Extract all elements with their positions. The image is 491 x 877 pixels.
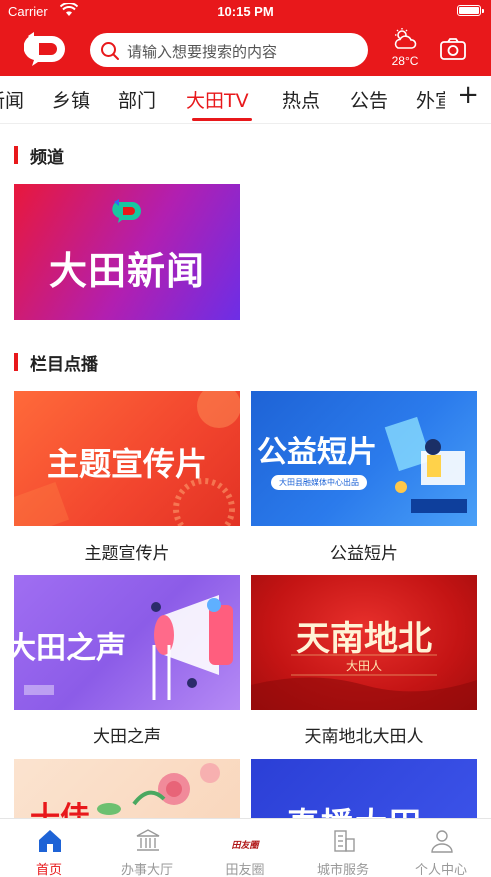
app-logo[interactable] [23,30,68,70]
tab-news[interactable]: 新闻 [0,86,24,113]
tab-datian-tv[interactable]: 大田TV [186,86,249,113]
tianyou-circle-icon: 田友圈 [228,833,262,851]
building-icon [134,827,162,855]
nav-tianyou-circle-label: 田友圈 [225,863,265,877]
program-card-live-datian[interactable]: 直播大田 [251,759,477,818]
status-time: 10:15 PM [217,4,274,19]
tab-notice[interactable]: 公告 [350,86,388,113]
nav-service-hall-label: 办事大厅 [120,863,173,877]
nav-city-service-label: 城市服务 [316,863,369,877]
search-icon [100,41,120,65]
camera-icon [440,38,466,64]
search-placeholder: 请输入想要搜索的内容 [127,43,278,61]
person-icon [428,827,456,855]
weather-widget[interactable]: 28°C [384,28,424,72]
channel-banner-text: 大田新闻 [48,249,205,293]
section-marker [14,353,18,371]
camera-button[interactable] [440,38,466,64]
nav-profile-label: 个人中心 [414,863,467,877]
tab-towns[interactable]: 乡镇 [52,86,90,113]
program-title[interactable]: 公益短片 [251,539,477,564]
nav-tianyou-circle[interactable]: 田友圈 田友圈 [196,819,294,877]
program-card-theme-promo[interactable]: 主题宣传片 [14,391,240,526]
city-building-icon [330,827,358,855]
banner-subtitle: 大田县融媒体中心出品 [271,475,367,490]
program-card-top-ten[interactable]: 十佳 [14,759,240,818]
channel-card-datian-news[interactable]: 大田新闻 [14,184,240,320]
program-title[interactable]: 天南地北大田人 [251,722,477,747]
banner-text: 公益短片 [257,435,377,470]
status-bar: Carrier 10:15 PM [0,0,491,22]
add-tab-button[interactable]: + [457,80,479,110]
battery-icon [457,5,484,16]
nav-home[interactable]: 首页 [0,819,98,877]
program-title[interactable]: 大田之声 [14,722,240,747]
banner-text: 天南地北 [296,619,432,659]
banner-subtitle: 大田人 [345,659,382,673]
program-card-tiannan-dibei[interactable]: 天南地北 大田人 [251,575,477,710]
temperature-label: 28°C [391,54,419,68]
banner-text: 十佳 [30,793,90,818]
nav-profile[interactable]: 个人中心 [392,819,490,877]
tab-hot[interactable]: 热点 [282,86,320,113]
nav-city-service[interactable]: 城市服务 [294,819,392,877]
program-card-datian-voice[interactable]: 大田之声 [14,575,240,710]
active-tab-indicator [192,118,252,121]
section-marker [14,146,18,164]
nav-home-label: 首页 [35,863,62,877]
tab-departments[interactable]: 部门 [118,86,156,113]
tianyou-badge-text: 田友圈 [231,841,259,851]
weather-cloud-icon [392,28,418,56]
banner-text: 主题宣传片 [46,445,207,483]
search-bar[interactable]: 请输入想要搜索的内容 [90,33,368,67]
nav-service-hall[interactable]: 办事大厅 [98,819,196,877]
app-header: Carrier 10:15 PM 请输入想要搜索的内容 28°C [0,0,491,76]
datian-logo-icon [112,199,141,223]
category-tabs: 新闻 乡镇 部门 大田TV 热点 公告 外宣 + [0,76,491,124]
program-card-public-welfare[interactable]: 公益短片 大田县融媒体中心出品 [251,391,477,526]
banner-text: 直播大田 [287,799,423,818]
program-title[interactable]: 主题宣传片 [14,539,240,564]
banner-text: 大田之声 [14,631,126,666]
bottom-nav: 首页 办事大厅 田友圈 田友圈 城市服务 个人中心 [0,818,491,877]
home-icon [36,827,64,855]
